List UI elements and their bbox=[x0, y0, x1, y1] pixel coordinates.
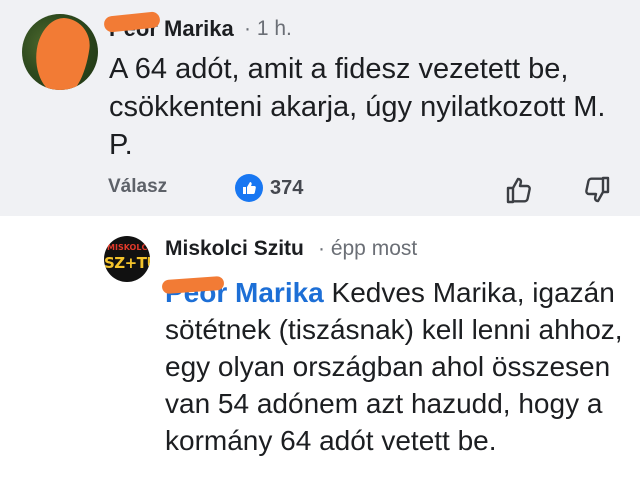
like-count: 374 bbox=[270, 177, 304, 199]
comment-author[interactable]: Miskolci Szitu bbox=[165, 237, 304, 261]
reply-button[interactable]: Válasz bbox=[108, 176, 167, 198]
comment-text: Peór Marika Kedves Marika, igazán sötétn… bbox=[165, 274, 625, 459]
comment-actions: Válasz 374 bbox=[0, 170, 640, 210]
comment-time: · 1 h. bbox=[244, 17, 292, 40]
redaction-blob bbox=[30, 14, 94, 90]
avatar-logo-text: MISKOLCI bbox=[107, 243, 150, 252]
comment-time: · épp most bbox=[318, 237, 418, 260]
thumbs-up-icon[interactable] bbox=[500, 172, 536, 208]
comment-first: Peór Marika · 1 h. A 64 adót, amit a fid… bbox=[0, 0, 640, 216]
avatar[interactable]: MISKOLCI SZ+TU bbox=[104, 236, 150, 282]
avatar[interactable] bbox=[22, 14, 98, 90]
avatar-logo-text: SZ+TU bbox=[104, 254, 150, 272]
like-reaction-icon[interactable] bbox=[235, 174, 263, 202]
comment-reply: MISKOLCI SZ+TU Miskolci Szitu · épp most… bbox=[0, 216, 640, 502]
comment-text: A 64 adót, amit a fidesz vezetett be, cs… bbox=[109, 53, 606, 161]
thumbs-down-icon[interactable] bbox=[580, 172, 616, 208]
